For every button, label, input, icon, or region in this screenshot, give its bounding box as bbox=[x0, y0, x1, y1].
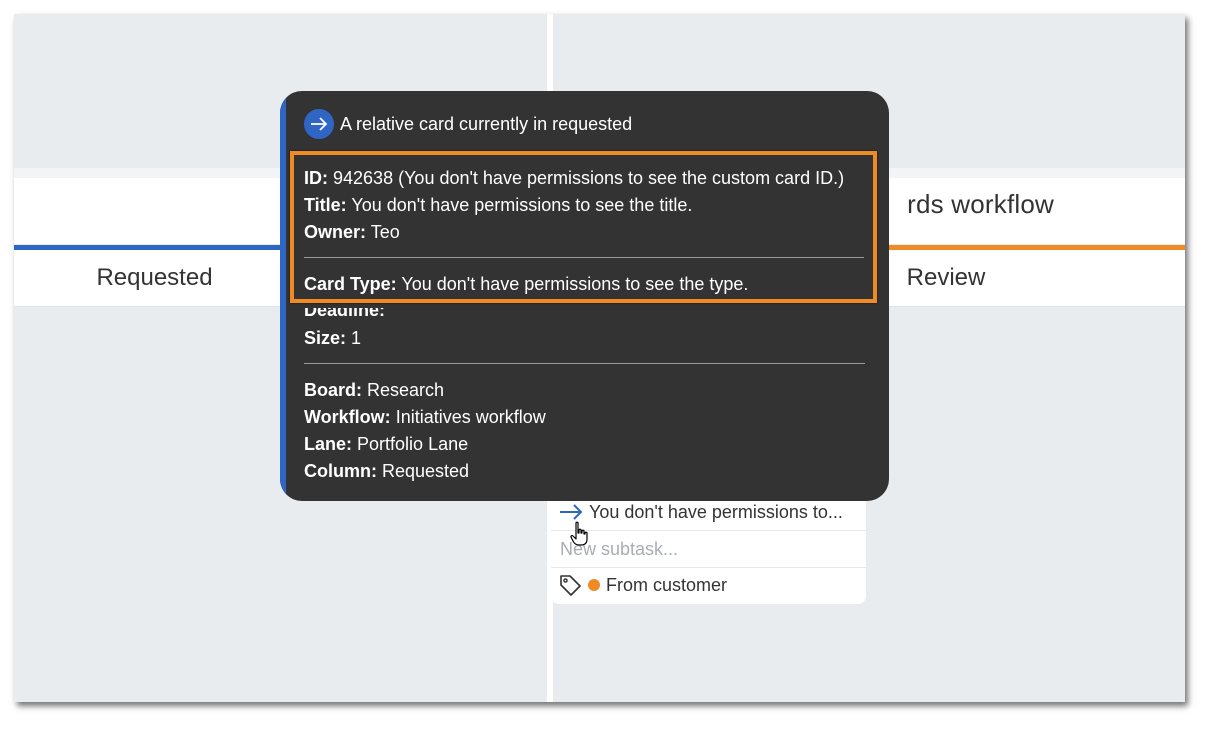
tooltip-workflow: Workflow: Initiatives workflow bbox=[304, 407, 546, 427]
tooltip-title: Title: You don't have permissions to see… bbox=[304, 195, 693, 215]
tooltip-header: A relative card currently in requested bbox=[304, 109, 632, 139]
tooltip-size: Size: 1 bbox=[304, 328, 362, 348]
tooltip-header-text: A relative card currently in requested bbox=[340, 113, 633, 134]
hand-pointer-icon bbox=[570, 521, 590, 547]
highlighted-card-details: ID: 942638 (You don't have permissions t… bbox=[290, 151, 877, 303]
subtask-text[interactable]: You don't have permissions to... bbox=[589, 502, 843, 523]
tag-icon[interactable] bbox=[558, 573, 582, 597]
card-tags-row[interactable]: From customer bbox=[551, 567, 866, 603]
tooltip-id: ID: 942638 (You don't have permissions t… bbox=[304, 168, 845, 188]
tooltip-owner: Owner: Teo bbox=[304, 222, 400, 242]
tooltip-card-type: Card Type: You don't have permissions to… bbox=[304, 274, 749, 294]
tooltip-deadline: Deadline: bbox=[304, 300, 386, 320]
tag-color-dot bbox=[588, 579, 600, 591]
tooltip-separator bbox=[304, 257, 864, 258]
arrow-right-icon bbox=[304, 109, 334, 139]
tag-label[interactable]: From customer bbox=[606, 575, 727, 596]
tooltip-lane: Lane: Portfolio Lane bbox=[304, 434, 469, 454]
column-header-requested[interactable]: Requested bbox=[14, 264, 295, 292]
tooltip-board: Board: Research bbox=[304, 380, 445, 400]
tooltip-separator bbox=[304, 363, 865, 364]
tooltip-accent-bar bbox=[280, 91, 286, 501]
new-subtask-row[interactable]: New subtask... bbox=[551, 531, 866, 568]
arrow-right-icon bbox=[559, 502, 583, 522]
tooltip-column: Column: Requested bbox=[304, 461, 470, 481]
